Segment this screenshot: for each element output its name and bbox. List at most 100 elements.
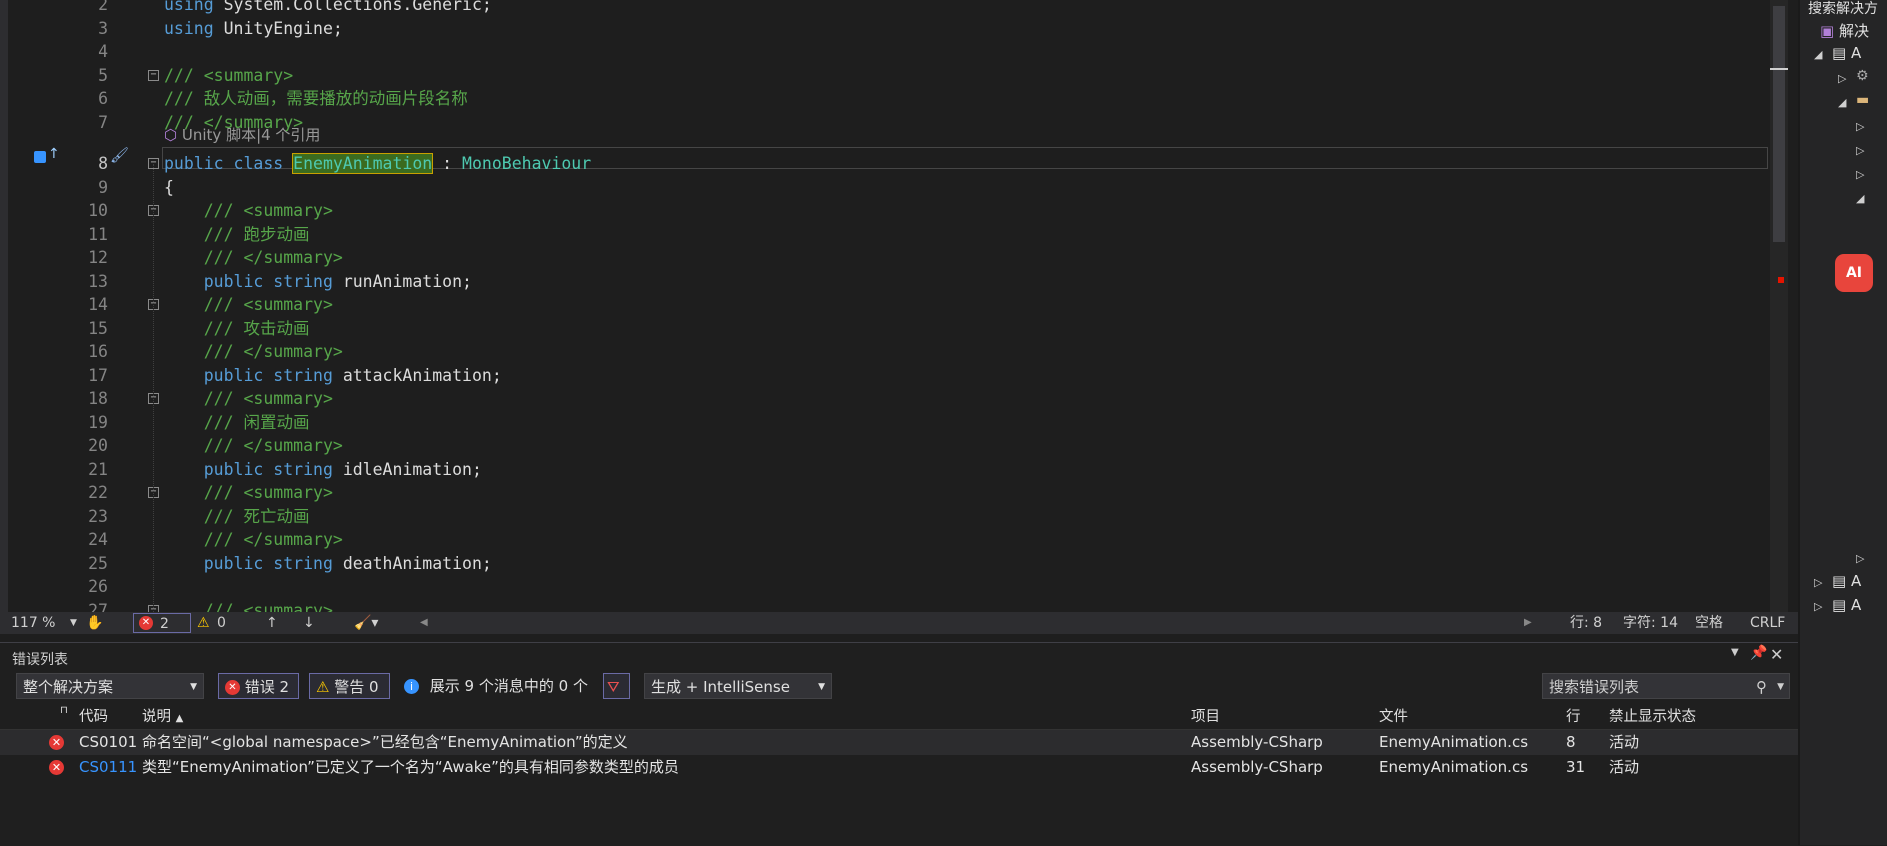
- error-search-input[interactable]: 搜索错误列表 ⚲ ▼: [1542, 673, 1790, 699]
- column-file[interactable]: 文件: [1379, 705, 1408, 729]
- code-line[interactable]: 14 /// <summary> −: [0, 293, 1770, 317]
- health-icon[interactable]: ✋: [86, 612, 103, 634]
- next-issue-icon[interactable]: ↓: [303, 612, 315, 634]
- build-filter-dropdown[interactable]: 生成 + IntelliSense ▼: [644, 673, 832, 699]
- vertical-scrollbar[interactable]: [1770, 0, 1788, 612]
- project-item[interactable]: ▤ A: [1832, 44, 1861, 62]
- zoom-dropdown-icon[interactable]: ▼: [70, 612, 77, 634]
- messages-filter-button[interactable]: i 展示 9 个消息中的 0 个: [404, 673, 594, 699]
- codelens-text[interactable]: Unity 脚本|4 个引用: [182, 126, 321, 144]
- search-icon[interactable]: ⚲: [1756, 674, 1767, 700]
- solution-root[interactable]: ▣ 解决: [1820, 20, 1869, 41]
- expand-icon[interactable]: ▷: [1856, 168, 1864, 181]
- collapse-icon[interactable]: ◢: [1838, 96, 1846, 109]
- errors-filter-button[interactable]: ✕ 错误 2: [218, 673, 299, 699]
- expand-icon[interactable]: ▷: [1856, 144, 1864, 157]
- fold-collapse-icon[interactable]: −: [148, 69, 159, 81]
- code-line[interactable]: 22 /// <summary> −: [0, 481, 1770, 505]
- collapse-icon[interactable]: ◢: [1814, 48, 1822, 61]
- code-line[interactable]: 9{: [0, 176, 1770, 200]
- row-code-link[interactable]: CS0111: [79, 755, 137, 780]
- scroll-left-icon[interactable]: ◀: [420, 612, 428, 634]
- warnings-filter-button[interactable]: ⚠ 警告 0: [309, 673, 390, 699]
- row-description: 类型“EnemyAnimation”已定义了一个名为“Awake”的具有相同参数…: [142, 758, 679, 776]
- line-number: 24: [88, 530, 108, 549]
- code-line[interactable]: 24 /// </summary>: [0, 528, 1770, 552]
- line-ending[interactable]: CRLF: [1750, 612, 1785, 634]
- row-project: Assembly-CSharp: [1191, 733, 1323, 751]
- scrollbar-thumb[interactable]: [1773, 6, 1785, 242]
- whitespace-mode[interactable]: 空格: [1695, 612, 1723, 634]
- solution-search-input[interactable]: 搜索解决方: [1808, 0, 1878, 18]
- panel-menu-icon[interactable]: ▼: [1731, 647, 1739, 658]
- column-grip[interactable]: ⊓: [60, 699, 68, 723]
- error-count-box[interactable]: ✕ 2: [133, 613, 191, 633]
- code-line[interactable]: 17 public string attackAnimation;: [0, 364, 1770, 388]
- line-number: 22: [88, 483, 108, 502]
- code-line[interactable]: 8 public class EnemyAnimation : MonoBehav…: [0, 152, 1770, 176]
- code-text: {: [164, 177, 174, 197]
- quick-actions-icon[interactable]: 🖌: [110, 146, 129, 164]
- expand-icon[interactable]: ▷: [1814, 600, 1822, 613]
- project-item[interactable]: ▤ A: [1832, 572, 1861, 590]
- code-cleanup-icon[interactable]: 🧹▾: [354, 612, 378, 634]
- line-number: 25: [88, 553, 108, 573]
- code-line[interactable]: 19 /// 闲置动画: [0, 411, 1770, 435]
- scope-dropdown[interactable]: 整个解决方案 ▼: [16, 673, 204, 699]
- code-line[interactable]: 18 /// <summary> −: [0, 387, 1770, 411]
- code-text: /// <summary>: [164, 295, 333, 314]
- code-line[interactable]: 3 using UnityEngine;: [0, 17, 1770, 41]
- chevron-down-icon[interactable]: ▼: [1777, 674, 1784, 700]
- line-number: 13: [88, 271, 108, 291]
- line-number: 12: [88, 248, 108, 267]
- code-line[interactable]: 6 /// 敌人动画，需要播放的动画片段名称: [0, 87, 1770, 111]
- column-project[interactable]: 项目: [1191, 705, 1220, 729]
- column-line[interactable]: 行: [1566, 705, 1581, 729]
- code-line[interactable]: 21 public string idleAnimation;: [0, 458, 1770, 482]
- code-line[interactable]: 16 /// </summary>: [0, 340, 1770, 364]
- row-file: EnemyAnimation.cs: [1379, 733, 1529, 751]
- expand-icon[interactable]: ▷: [1814, 576, 1822, 589]
- build-filter-label: 生成 + IntelliSense: [651, 678, 790, 696]
- code-line[interactable]: 5 /// <summary> −: [0, 64, 1770, 88]
- code-line[interactable]: 15 /// 攻击动画: [0, 317, 1770, 341]
- expand-icon[interactable]: ▷: [1856, 552, 1864, 565]
- bookmark-indicator-icon[interactable]: [34, 151, 46, 163]
- warning-icon: ⚠: [316, 678, 330, 696]
- code-line[interactable]: 23 /// 死亡动画: [0, 505, 1770, 529]
- error-icon: ✕: [225, 680, 240, 695]
- filter-toggle-button[interactable]: ⛛: [603, 673, 630, 699]
- column-description[interactable]: 说明 ▲: [142, 705, 183, 731]
- table-row[interactable]: ✕ CS0101 命名空间“<global namespace>”已经包含“En…: [0, 730, 1798, 755]
- column-suppression[interactable]: 禁止显示状态: [1609, 705, 1696, 729]
- code-line[interactable]: 2 using System.Collections.Generic;: [0, 0, 1770, 17]
- column-code[interactable]: 代码: [79, 705, 108, 729]
- table-row[interactable]: ✕ CS0111 类型“EnemyAnimation”已定义了一个名为“Awak…: [0, 755, 1798, 780]
- code-editor[interactable]: 2 using System.Collections.Generic; 3 using…: [0, 0, 1798, 612]
- code-line[interactable]: 13 public string runAnimation;: [0, 270, 1770, 294]
- code-line[interactable]: 4: [0, 40, 1770, 64]
- column-description-label: 说明: [142, 709, 171, 725]
- project-label: A: [1850, 596, 1862, 614]
- codelens[interactable]: ⬡ Unity 脚本|4 个引用: [164, 124, 320, 145]
- pin-icon[interactable]: 📌: [1750, 645, 1767, 661]
- zoom-level[interactable]: 117 %: [11, 612, 55, 634]
- info-icon: i: [404, 679, 419, 694]
- code-line[interactable]: 11 /// 跑步动画: [0, 223, 1770, 247]
- collapse-icon[interactable]: ◢: [1856, 192, 1864, 205]
- close-icon[interactable]: ✕: [1770, 645, 1783, 664]
- code-line[interactable]: 20 /// </summary>: [0, 434, 1770, 458]
- scroll-right-icon[interactable]: ▶: [1524, 612, 1532, 634]
- code-line[interactable]: 25 public string deathAnimation;: [0, 552, 1770, 576]
- code-text: /// </summary>: [164, 248, 343, 267]
- code-line[interactable]: 27 /// <summary> −: [0, 599, 1770, 612]
- project-item[interactable]: ▤ A: [1832, 596, 1861, 614]
- expand-icon[interactable]: ▷: [1838, 72, 1846, 85]
- code-line[interactable]: 12 /// </summary>: [0, 246, 1770, 270]
- code-line[interactable]: 10 /// <summary> −: [0, 199, 1770, 223]
- code-line[interactable]: 26: [0, 575, 1770, 599]
- ai-assistant-button[interactable]: AI: [1835, 254, 1873, 292]
- warning-count[interactable]: 0: [217, 612, 226, 634]
- prev-issue-icon[interactable]: ↑: [266, 612, 278, 634]
- expand-icon[interactable]: ▷: [1856, 120, 1864, 133]
